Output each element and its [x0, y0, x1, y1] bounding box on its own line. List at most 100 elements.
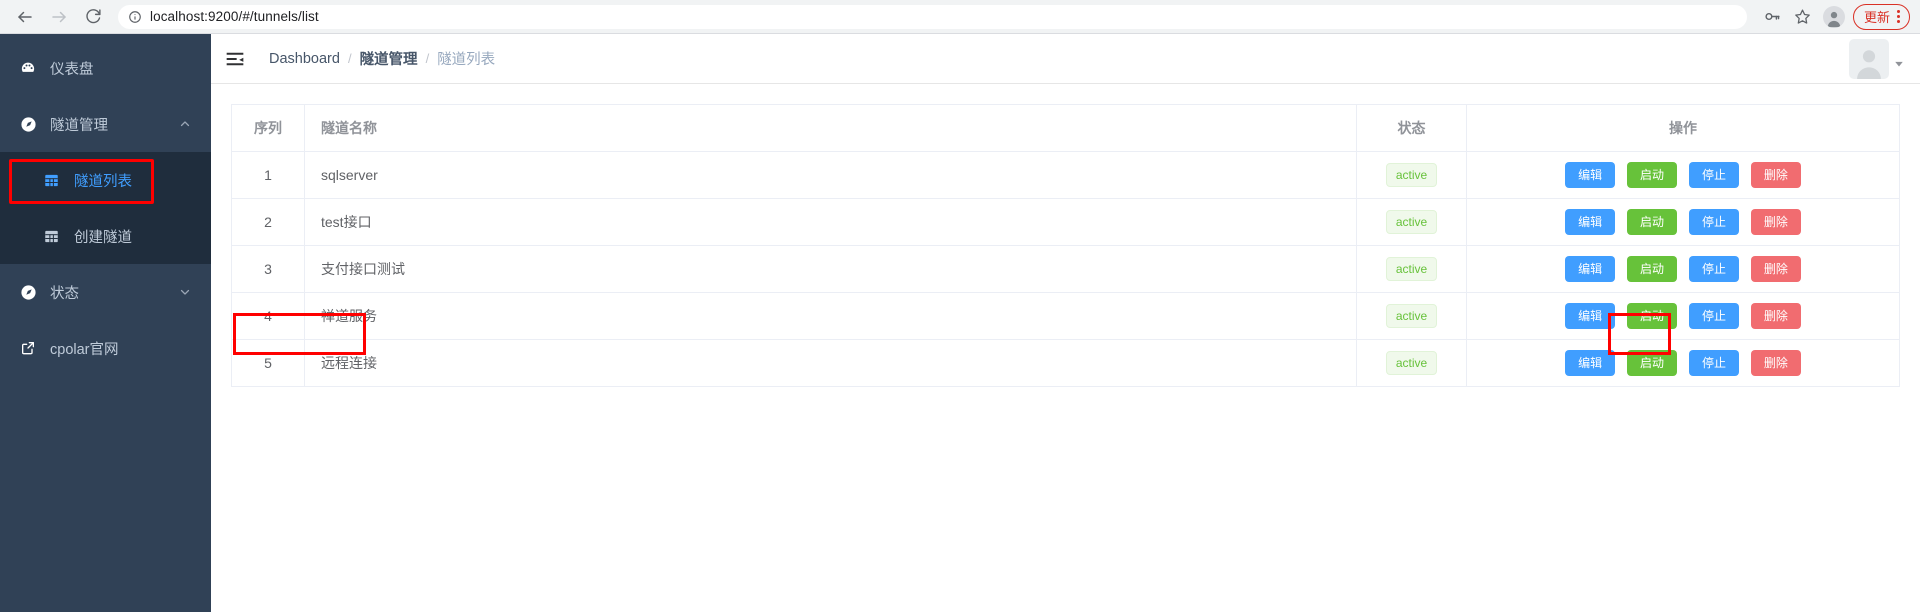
star-icon[interactable] — [1789, 3, 1817, 31]
cell-index: 3 — [231, 245, 305, 293]
breadcrumb-item-dashboard[interactable]: Dashboard — [269, 51, 340, 67]
highlight-box-edit-button-row-2 — [1608, 313, 1671, 355]
cell-status: active — [1356, 339, 1467, 387]
dashboard-icon — [20, 60, 44, 76]
stop-button[interactable]: 停止 — [1688, 209, 1739, 235]
table-row[interactable]: 2 test接口 active 编辑 启动 停止 删除 — [231, 198, 1900, 246]
status-badge: active — [1385, 163, 1438, 187]
stop-button[interactable]: 停止 — [1688, 303, 1739, 329]
browser-toolbar-actions: 更新 — [1759, 3, 1910, 31]
sidebar-item-label: 隧道管理 — [50, 117, 108, 134]
navbar-right — [1849, 38, 1904, 79]
top-navbar: Dashboard / 隧道管理 / 隧道列表 — [211, 34, 1920, 84]
delete-button[interactable]: 删除 — [1750, 209, 1801, 235]
edit-button[interactable]: 编辑 — [1565, 162, 1616, 188]
edit-button[interactable]: 编辑 — [1565, 209, 1616, 235]
sidebar-item-dashboard[interactable]: 仪表盘 — [0, 40, 211, 96]
browser-forward-button[interactable] — [44, 2, 74, 32]
column-header-name: 隧道名称 — [304, 104, 1357, 152]
breadcrumb: Dashboard / 隧道管理 / 隧道列表 — [269, 48, 495, 69]
breadcrumb-separator: / — [347, 51, 352, 66]
app-frame: 仪表盘 隧道管理 隧道列表 创建隧道 状态 cpolar官网 Dashboard… — [0, 34, 1920, 612]
cell-name: test接口 — [304, 198, 1357, 246]
main-area: Dashboard / 隧道管理 / 隧道列表 序列 隧道名称 状态 操作 1 … — [211, 34, 1920, 612]
content-area: 序列 隧道名称 状态 操作 1 sqlserver active 编辑 启动 停… — [211, 84, 1920, 407]
grid-icon — [44, 229, 68, 244]
update-button-label: 更新 — [1863, 10, 1890, 25]
cell-status: active — [1356, 245, 1467, 293]
chevron-down-icon[interactable] — [1894, 59, 1904, 72]
cell-status: active — [1356, 198, 1467, 246]
stop-button[interactable]: 停止 — [1688, 256, 1739, 282]
cell-name: 支付接口测试 — [304, 245, 1357, 293]
status-badge: active — [1385, 351, 1438, 375]
cell-status: active — [1356, 292, 1467, 340]
avatar[interactable] — [1849, 38, 1889, 79]
sidebar-item-label: 仪表盘 — [50, 61, 94, 78]
stop-button[interactable]: 停止 — [1688, 350, 1739, 376]
breadcrumb-item-tunnel-list: 隧道列表 — [437, 52, 496, 68]
browser-back-button[interactable] — [10, 2, 40, 32]
sidebar-item-create-tunnel[interactable]: 创建隧道 — [0, 208, 211, 264]
compass-icon — [20, 284, 44, 301]
three-dot-menu-icon[interactable] — [1894, 10, 1903, 23]
cell-name: 禅道服务 — [304, 292, 1357, 340]
breadcrumb-item-tunnel-management[interactable]: 隧道管理 — [360, 48, 418, 69]
cell-operations: 编辑 启动 停止 删除 — [1466, 292, 1900, 340]
sidebar-item-label: 创建隧道 — [74, 229, 132, 246]
cell-operations: 编辑 启动 停止 删除 — [1466, 198, 1900, 246]
delete-button[interactable]: 删除 — [1750, 303, 1801, 329]
cell-operations: 编辑 启动 停止 删除 — [1466, 151, 1900, 199]
highlight-box-row-2 — [233, 313, 366, 355]
address-bar-url: localhost:9200/#/tunnels/list — [150, 9, 319, 24]
table-row[interactable]: 3 支付接口测试 active 编辑 启动 停止 删除 — [231, 245, 1900, 293]
start-button[interactable]: 启动 — [1627, 162, 1678, 188]
table-header-row: 序列 隧道名称 状态 操作 — [231, 104, 1900, 152]
table-row[interactable]: 1 sqlserver active 编辑 启动 停止 删除 — [231, 151, 1900, 199]
delete-button[interactable]: 删除 — [1750, 256, 1801, 282]
cell-status: active — [1356, 151, 1467, 199]
update-button[interactable]: 更新 — [1852, 3, 1910, 30]
sidebar-item-label: cpolar官网 — [50, 341, 119, 358]
browser-toolbar: localhost:9200/#/tunnels/list 更新 — [0, 0, 1920, 34]
browser-profile-avatar[interactable] — [1822, 5, 1845, 28]
site-info-icon[interactable] — [128, 10, 142, 24]
column-header-index: 序列 — [231, 104, 305, 152]
compass-icon — [20, 116, 44, 133]
cell-index: 2 — [231, 198, 305, 246]
sidebar-item-label: 隧道列表 — [74, 173, 132, 190]
sidebar-submenu-tunnel-management: 隧道列表 创建隧道 — [0, 152, 211, 264]
status-badge: active — [1385, 210, 1438, 234]
browser-reload-button[interactable] — [78, 2, 108, 32]
sidebar-item-status[interactable]: 状态 — [0, 264, 211, 320]
start-button[interactable]: 启动 — [1627, 256, 1678, 282]
breadcrumb-separator: / — [425, 51, 430, 66]
delete-button[interactable]: 删除 — [1750, 350, 1801, 376]
cell-operations: 编辑 启动 停止 删除 — [1467, 340, 1900, 387]
sidebar-item-cpolar-website[interactable]: cpolar官网 — [0, 320, 211, 376]
sidebar-item-label: 状态 — [50, 285, 79, 302]
grid-icon — [44, 173, 68, 188]
status-badge: active — [1385, 257, 1438, 281]
sidebar-item-tunnel-management[interactable]: 隧道管理 — [0, 96, 211, 152]
cell-operations: 编辑 启动 停止 删除 — [1466, 245, 1900, 293]
address-bar[interactable]: localhost:9200/#/tunnels/list — [118, 4, 1747, 29]
edit-button[interactable]: 编辑 — [1565, 256, 1616, 282]
delete-button[interactable]: 删除 — [1750, 162, 1801, 188]
table-header: 序列 隧道名称 状态 操作 — [231, 104, 1900, 152]
status-badge: active — [1385, 304, 1438, 328]
cell-name: sqlserver — [304, 151, 1357, 199]
collapse-menu-icon[interactable] — [225, 49, 251, 69]
column-header-status: 状态 — [1356, 104, 1467, 152]
start-button[interactable]: 启动 — [1627, 209, 1678, 235]
sidebar-item-tunnel-list[interactable]: 隧道列表 — [0, 152, 211, 208]
key-icon[interactable] — [1759, 3, 1787, 31]
cell-name: 远程连接 — [304, 339, 1357, 387]
chevron-up-icon — [179, 118, 191, 130]
stop-button[interactable]: 停止 — [1688, 162, 1739, 188]
chevron-down-icon — [179, 286, 191, 298]
column-header-operations: 操作 — [1466, 104, 1900, 152]
external-link-icon — [20, 340, 44, 356]
sidebar: 仪表盘 隧道管理 隧道列表 创建隧道 状态 cpolar官网 — [0, 34, 211, 612]
cell-index: 1 — [231, 151, 305, 199]
